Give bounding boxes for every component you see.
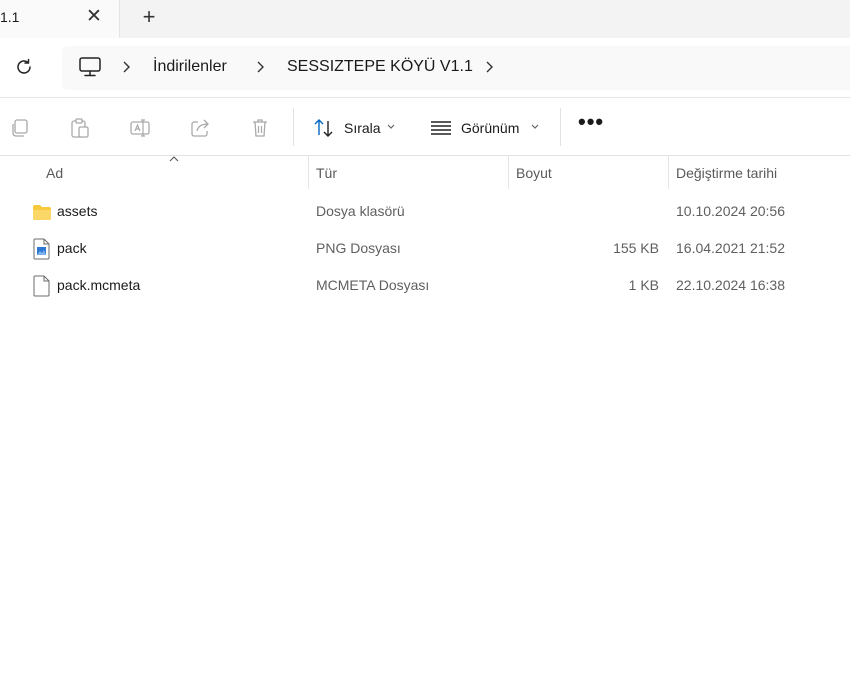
file-size: 155 KB: [613, 240, 659, 256]
toolbar-divider: [560, 108, 561, 146]
view-label: Görünüm: [461, 120, 520, 136]
chevron-right-icon[interactable]: [483, 60, 495, 74]
file-modified: 16.04.2021 21:52: [676, 240, 785, 256]
chevron-down-icon: [531, 124, 539, 129]
file-type: Dosya klasörü: [316, 203, 405, 219]
address-bar: İndirilenler SESSIZTEPE KÖYÜ V1.1: [0, 38, 850, 98]
delete-icon[interactable]: [249, 117, 271, 139]
tab-title: 1.1: [0, 9, 20, 25]
file-name[interactable]: pack.mcmeta: [57, 277, 140, 293]
file-name[interactable]: pack: [57, 240, 87, 256]
chevron-down-icon: [387, 124, 395, 129]
new-tab-button[interactable]: +: [139, 6, 159, 28]
file-size: 1 KB: [628, 277, 659, 293]
tab-active[interactable]: 1.1 ✕: [0, 0, 120, 38]
share-icon[interactable]: [189, 117, 211, 139]
tab-bar: 1.1 ✕ +: [0, 0, 850, 38]
file-name[interactable]: assets: [57, 203, 97, 219]
column-modified[interactable]: Değiştirme tarihi: [676, 156, 846, 189]
view-button[interactable]: Görünüm: [430, 114, 542, 142]
column-header-row: Ad Tür Boyut Değiştirme tarihi: [0, 156, 850, 189]
table-row[interactable]: assets Dosya klasörü 10.10.2024 20:56: [0, 194, 850, 229]
column-name[interactable]: Ad: [46, 156, 296, 189]
copy-icon[interactable]: [9, 117, 31, 139]
rename-icon[interactable]: [129, 117, 151, 139]
chevron-right-icon[interactable]: [254, 60, 266, 74]
column-size[interactable]: Boyut: [516, 156, 656, 189]
file-modified: 10.10.2024 20:56: [676, 203, 785, 219]
column-divider[interactable]: [508, 156, 509, 189]
column-divider[interactable]: [308, 156, 309, 189]
image-file-icon: [33, 238, 50, 260]
file-list: Ad Tür Boyut Değiştirme tarihi assets Do…: [0, 156, 850, 683]
breadcrumb-item-downloads[interactable]: İndirilenler: [153, 58, 227, 76]
file-type: MCMETA Dosyası: [316, 277, 430, 293]
close-tab-icon[interactable]: ✕: [86, 7, 102, 26]
view-icon: [431, 121, 451, 135]
computer-icon[interactable]: [78, 56, 102, 78]
column-divider[interactable]: [668, 156, 669, 189]
paste-icon[interactable]: [69, 117, 91, 139]
breadcrumb[interactable]: İndirilenler SESSIZTEPE KÖYÜ V1.1: [62, 46, 850, 90]
folder-icon: [33, 205, 51, 220]
file-type: PNG Dosyası: [316, 240, 401, 256]
table-row[interactable]: pack.mcmeta MCMETA Dosyası 1 KB 22.10.20…: [0, 268, 850, 303]
more-icon[interactable]: •••: [578, 111, 606, 138]
toolbar-divider: [293, 108, 294, 146]
file-modified: 22.10.2024 16:38: [676, 277, 785, 293]
command-bar: Sırala Görünüm •••: [0, 98, 850, 156]
file-icon: [33, 275, 50, 297]
sort-button[interactable]: Sırala: [313, 114, 395, 142]
chevron-right-icon[interactable]: [120, 60, 132, 74]
sort-icon: [314, 119, 333, 137]
column-type[interactable]: Tür: [316, 156, 496, 189]
table-row[interactable]: pack PNG Dosyası 155 KB 16.04.2021 21:52: [0, 231, 850, 266]
sort-label: Sırala: [344, 120, 381, 136]
breadcrumb-item-current-folder[interactable]: SESSIZTEPE KÖYÜ V1.1: [287, 58, 473, 76]
refresh-icon[interactable]: [13, 56, 35, 78]
